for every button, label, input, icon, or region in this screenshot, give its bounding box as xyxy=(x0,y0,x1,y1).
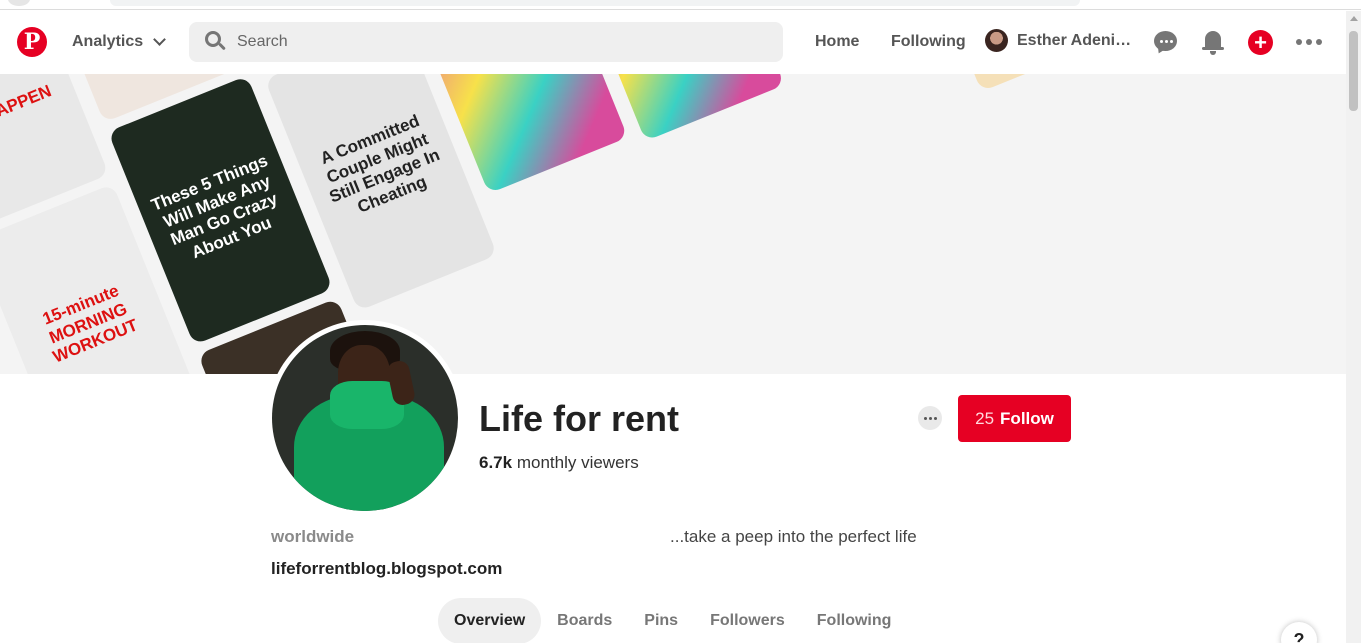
follow-button[interactable]: 25 Follow xyxy=(958,395,1071,442)
cover-pin-tile: SUCCESSFUL WOMEN xyxy=(906,74,1121,92)
cover-pin-text: 15-minute MORNING WORKOUT xyxy=(39,280,141,367)
search-icon xyxy=(205,31,227,53)
profile-website-link[interactable]: lifeforrentblog.blogspot.com xyxy=(271,559,502,579)
tab-overview[interactable]: Overview xyxy=(438,598,542,643)
follow-label: Follow xyxy=(1000,408,1054,428)
chevron-down-icon xyxy=(153,32,167,46)
follower-count: 25 xyxy=(975,408,995,428)
search-input[interactable] xyxy=(237,33,737,51)
analytics-menu[interactable]: Analytics xyxy=(72,32,167,51)
browser-top-strip xyxy=(0,0,1361,10)
scroll-up-arrow-icon[interactable] xyxy=(1350,16,1358,21)
profile-cover-collage: UP! HAPPEN15-minute MORNING WORKOUTCURVE… xyxy=(0,74,1346,374)
help-button[interactable]: ? xyxy=(1281,622,1317,643)
viewers-count: 6.7k xyxy=(479,453,513,472)
cover-pin-text: These 5 Things Will Make Any Man Go Craz… xyxy=(148,150,281,262)
tab-pins[interactable]: Pins xyxy=(628,598,694,643)
viewers-label: monthly viewers xyxy=(516,453,639,472)
create-plus-icon[interactable]: + xyxy=(1248,30,1273,55)
profile-title: Life for rent xyxy=(479,398,680,439)
user-name: Esther Adeni… xyxy=(1017,31,1132,49)
profile-location: worldwide xyxy=(271,527,355,546)
browser-control xyxy=(8,0,30,6)
user-profile-link[interactable]: Esther Adeni… xyxy=(985,29,1131,52)
notifications-bell-icon[interactable] xyxy=(1201,29,1227,55)
more-options-icon[interactable] xyxy=(1296,35,1322,49)
profile-tabs: Overview Boards Pins Followers Following xyxy=(438,598,907,643)
tab-followers[interactable]: Followers xyxy=(694,598,801,643)
search-bar[interactable] xyxy=(189,22,783,62)
nav-following-link[interactable]: Following xyxy=(891,33,966,51)
nav-home-link[interactable]: Home xyxy=(815,33,859,51)
profile-more-options-icon[interactable] xyxy=(918,406,942,430)
browser-address-bar[interactable] xyxy=(110,0,1080,6)
user-avatar xyxy=(985,29,1008,52)
profile-about: ...take a peep into the perfect life xyxy=(670,527,917,546)
analytics-label: Analytics xyxy=(72,33,144,50)
tab-following[interactable]: Following xyxy=(801,598,908,643)
page-scrollbar[interactable] xyxy=(1346,11,1361,643)
cover-pin-text: UP! HAPPEN xyxy=(0,81,55,138)
pinterest-logo-icon[interactable]: P xyxy=(17,27,47,57)
profile-avatar[interactable] xyxy=(267,320,463,516)
monthly-viewers: 6.7k monthly viewers xyxy=(479,453,639,473)
top-navigation-bar: P Analytics Home Following Esther Adeni…… xyxy=(0,11,1346,74)
cover-pin-text: A Committed Couple Might Still Engage In… xyxy=(317,111,443,217)
messages-icon[interactable] xyxy=(1153,29,1179,56)
scrollbar-thumb[interactable] xyxy=(1349,31,1358,111)
tab-boards[interactable]: Boards xyxy=(541,598,628,643)
profile-avatar-image xyxy=(272,325,458,511)
